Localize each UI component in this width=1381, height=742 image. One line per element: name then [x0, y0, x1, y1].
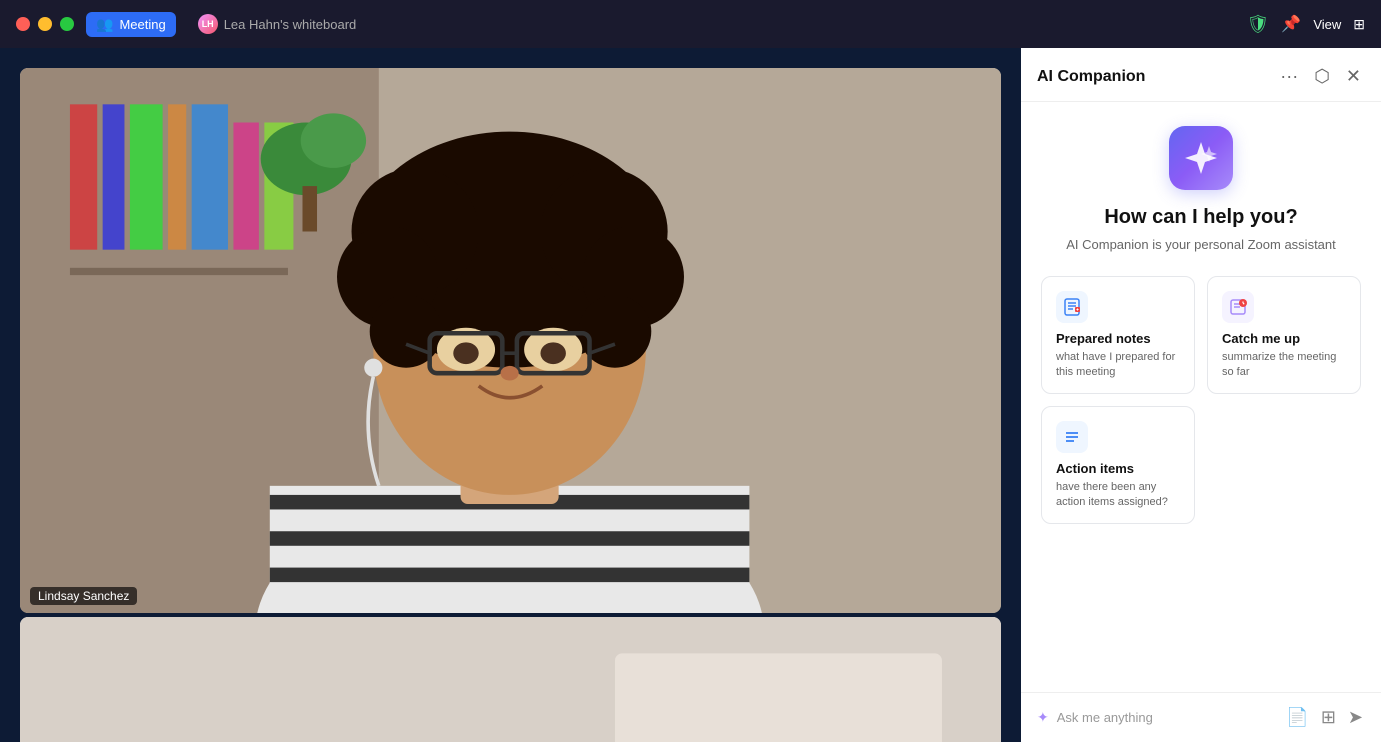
ai-card-action-items[interactable]: Action items have there been any action … — [1041, 406, 1195, 524]
whiteboard-avatar: LH — [198, 14, 218, 34]
view-button[interactable]: View — [1313, 17, 1341, 32]
ai-close-button[interactable]: ✕ — [1342, 64, 1365, 89]
grid-icon: ⊞ — [1353, 16, 1365, 33]
titlebar: 👥 Meeting LH Lea Hahn's whiteboard 🛡 📌 V… — [0, 0, 1381, 48]
ai-panel-header: AI Companion ··· ⬡ ✕ — [1021, 48, 1381, 102]
titlebar-right: 🛡 📌 View ⊞ — [1247, 14, 1365, 35]
minimize-button[interactable] — [38, 17, 52, 31]
ai-companion-panel: AI Companion ··· ⬡ ✕ How can I help you?… — [1021, 48, 1381, 742]
pin-icon: 📌 — [1281, 14, 1301, 34]
ai-footer-actions: 📄 ⊞ ➤ — [1284, 705, 1365, 730]
ai-more-button[interactable]: ··· — [1276, 64, 1302, 89]
view-label: View — [1313, 17, 1341, 32]
ai-cards: Prepared notes what have I prepared for … — [1041, 276, 1361, 524]
video-bg-1 — [20, 68, 1001, 613]
ai-send-button[interactable]: ➤ — [1346, 705, 1365, 730]
action-items-icon — [1056, 421, 1088, 453]
meeting-tab[interactable]: 👥 Meeting — [86, 12, 176, 37]
window-controls — [16, 17, 74, 31]
action-items-desc: have there been any action items assigne… — [1056, 480, 1180, 511]
meeting-label: Meeting — [119, 17, 165, 32]
ai-card-prepared-notes[interactable]: Prepared notes what have I prepared for … — [1041, 276, 1195, 394]
prepared-notes-icon — [1056, 291, 1088, 323]
participant1-name: Lindsay Sanchez — [30, 587, 137, 605]
ai-input-sparkle-icon: ✦ — [1037, 709, 1049, 726]
ai-help-subtitle: AI Companion is your personal Zoom assis… — [1066, 237, 1336, 252]
ai-panel-title: AI Companion — [1037, 68, 1268, 86]
ai-grid-button[interactable]: ⊞ — [1319, 705, 1338, 730]
action-items-title: Action items — [1056, 461, 1180, 476]
ai-panel-body: How can I help you? AI Companion is your… — [1021, 102, 1381, 692]
ai-panel-footer: ✦ Ask me anything 📄 ⊞ ➤ — [1021, 692, 1381, 742]
catch-me-up-desc: summarize the meeting so far — [1222, 350, 1346, 381]
ai-card-catch-me-up[interactable]: Catch me up summarize the meeting so far — [1207, 276, 1361, 394]
main-content: Lindsay Sanchez — [0, 48, 1381, 742]
meeting-icon: 👥 — [96, 16, 113, 33]
shield-icon: 🛡 — [1247, 14, 1270, 35]
catch-me-up-icon — [1222, 291, 1254, 323]
video-area: Lindsay Sanchez — [0, 48, 1021, 742]
ai-attach-button[interactable]: 📄 — [1284, 705, 1310, 730]
prepared-notes-title: Prepared notes — [1056, 331, 1180, 346]
ai-logo — [1169, 126, 1233, 190]
video-tile-1[interactable]: Lindsay Sanchez — [20, 68, 1001, 613]
ai-help-title: How can I help you? — [1104, 206, 1297, 229]
prepared-notes-desc: what have I prepared for this meeting — [1056, 350, 1180, 381]
ai-input-placeholder: Ask me anything — [1057, 710, 1153, 725]
ai-input[interactable]: ✦ Ask me anything — [1037, 709, 1272, 726]
catch-me-up-title: Catch me up — [1222, 331, 1346, 346]
maximize-button[interactable] — [60, 17, 74, 31]
close-button[interactable] — [16, 17, 30, 31]
whiteboard-tab[interactable]: LH Lea Hahn's whiteboard — [188, 10, 367, 38]
video-grid: Lindsay Sanchez — [0, 48, 1021, 742]
whiteboard-label: Lea Hahn's whiteboard — [224, 17, 357, 32]
video-bg-2 — [20, 617, 1001, 742]
video-tile-2[interactable]: Lea Hahn — [20, 617, 1001, 742]
ai-expand-button[interactable]: ⬡ — [1310, 64, 1334, 89]
